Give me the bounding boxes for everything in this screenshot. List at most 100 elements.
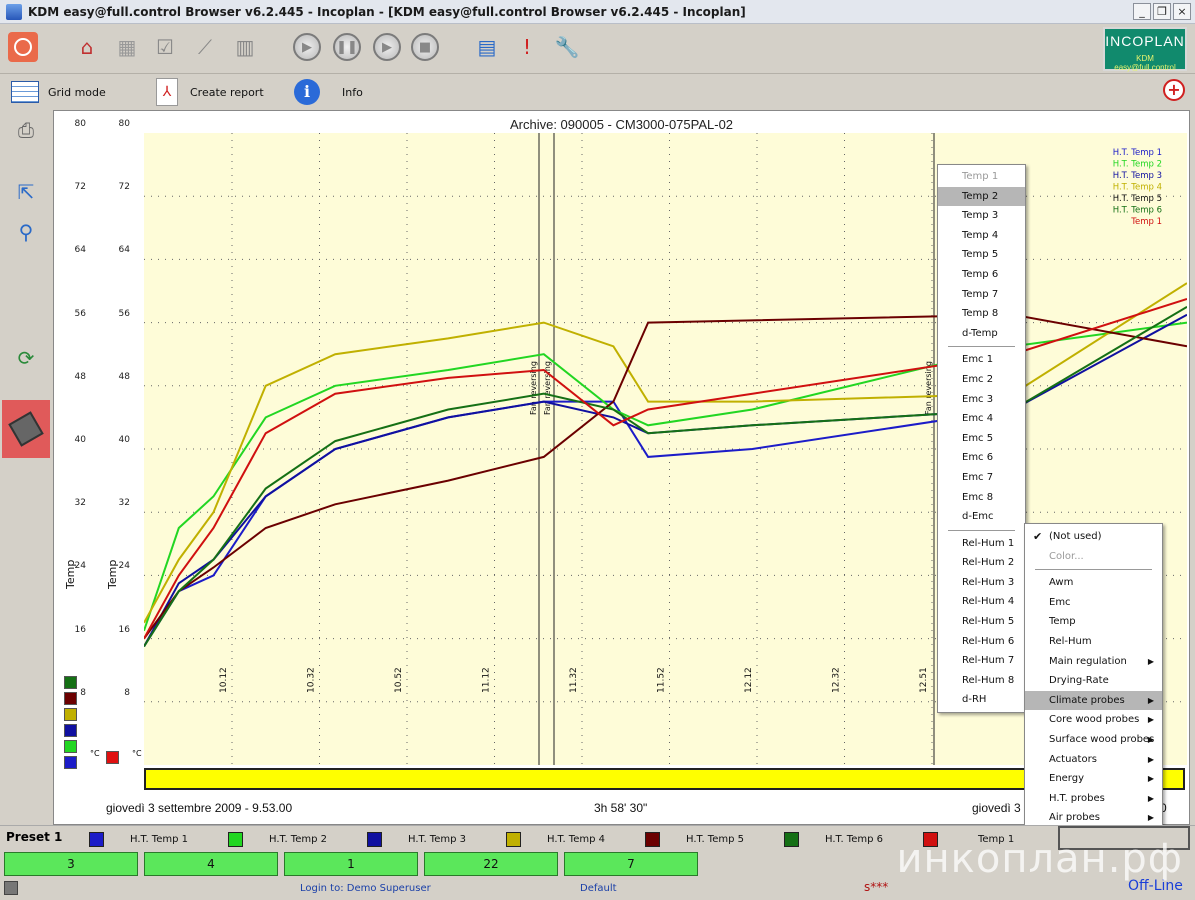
legend-item[interactable]: H.T. Temp 4: [506, 830, 605, 848]
grid-mode-button[interactable]: Grid mode: [10, 77, 106, 107]
context-menu-item[interactable]: Rel-Hum: [1025, 632, 1162, 652]
counter-button[interactable]: 7: [564, 852, 698, 876]
probe-menu-item[interactable]: Rel-Hum 2: [938, 553, 1025, 573]
legend-item[interactable]: H.T. Temp 2: [228, 830, 327, 848]
probe-menu-item[interactable]: Temp 7: [938, 285, 1025, 305]
context-menu-item[interactable]: H.T. probes ▶: [1025, 789, 1162, 809]
alarm-button[interactable]: !: [512, 32, 542, 62]
unit-label-2: °C: [132, 749, 142, 758]
info-label: Info: [342, 85, 363, 99]
legend-label: H.T. Temp 5: [686, 833, 744, 845]
context-menu-item[interactable]: Climate probes ▶: [1025, 690, 1162, 711]
event-annotation: Fan reversing: [924, 361, 933, 415]
probe-menu-item[interactable]: Emc 8: [938, 488, 1025, 508]
chart-legend-entry: H.T. Temp 5: [1113, 194, 1162, 204]
power-button[interactable]: [8, 32, 38, 62]
counter-button[interactable]: 4: [144, 852, 278, 876]
probe-menu-item[interactable]: Emc 4: [938, 409, 1025, 429]
counter-button[interactable]: 3: [4, 852, 138, 876]
stop-button[interactable]: ■: [410, 32, 440, 62]
bar-chart-button[interactable]: ▥: [230, 32, 260, 62]
probe-menu-item[interactable]: Rel-Hum 8: [938, 671, 1025, 691]
context-menu-item[interactable]: Awm: [1025, 573, 1162, 593]
add-icon[interactable]: +: [1163, 79, 1185, 101]
probe-menu-item[interactable]: Rel-Hum 4: [938, 592, 1025, 612]
probe-menu-item[interactable]: d-Emc: [938, 507, 1025, 527]
legend-color-swatch: [784, 831, 799, 847]
probe-menu-item[interactable]: Temp 2: [938, 186, 1025, 207]
pause-button[interactable]: ❚❚: [332, 32, 362, 62]
menu-separator: [948, 346, 1015, 348]
probe-menu-item[interactable]: Emc 3: [938, 390, 1025, 410]
probe-menu-item[interactable]: Temp 4: [938, 226, 1025, 246]
layout-button[interactable]: ▤: [472, 32, 502, 62]
minimize-button[interactable]: _: [1133, 3, 1151, 20]
refresh-icon[interactable]: ⟳: [10, 342, 42, 374]
info-icon: i: [292, 78, 322, 106]
probe-menu-item[interactable]: Temp 3: [938, 206, 1025, 226]
chart-legend-entry: H.T. Temp 4: [1113, 183, 1162, 193]
step-button[interactable]: ▶: [372, 32, 402, 62]
context-menu-item[interactable]: Drying-Rate: [1025, 671, 1162, 691]
pause-icon: ❚❚: [333, 33, 361, 61]
save-button[interactable]: [2, 400, 50, 458]
context-menu-item[interactable]: Core wood probes ▶: [1025, 710, 1162, 730]
probe-menu-item[interactable]: Rel-Hum 5: [938, 612, 1025, 632]
x-tick-label: 10.32: [307, 667, 317, 693]
probe-menu-item[interactable]: Rel-Hum 6: [938, 632, 1025, 652]
counter-button[interactable]: 1: [284, 852, 418, 876]
probe-menu-item[interactable]: Rel-Hum 1: [938, 534, 1025, 554]
context-menu-item[interactable]: (Not used) ✔: [1025, 527, 1162, 547]
probe-menu-item[interactable]: Temp 6: [938, 265, 1025, 285]
probe-menu-item[interactable]: Emc 6: [938, 448, 1025, 468]
probe-menu-item[interactable]: Emc 7: [938, 468, 1025, 488]
submenu-arrow-icon: ▶: [1147, 793, 1154, 803]
legend-item[interactable]: H.T. Temp 5: [645, 830, 744, 848]
x-tick-label: 12.32: [832, 667, 842, 693]
probe-menu-item[interactable]: Rel-Hum 3: [938, 573, 1025, 593]
trend-button[interactable]: ⟋: [190, 32, 220, 62]
info-button[interactable]: i Info: [292, 77, 363, 107]
probe-menu-item[interactable]: Emc 5: [938, 429, 1025, 449]
settings-button[interactable]: 🔧: [552, 32, 582, 62]
duration: 3h 58' 30": [594, 801, 648, 815]
home-button[interactable]: ⌂: [72, 32, 102, 62]
legend-color-swatch: [367, 831, 382, 847]
legend-color-swatch: [506, 831, 521, 847]
legend-item[interactable]: H.T. Temp 1: [89, 830, 188, 848]
context-menu-item[interactable]: Temp: [1025, 612, 1162, 632]
export-icon[interactable]: ⇱: [10, 176, 42, 208]
power-icon: [8, 32, 38, 62]
probe-menu-item[interactable]: Temp 1: [938, 167, 1025, 187]
restore-button[interactable]: ❐: [1153, 3, 1171, 20]
context-menu-item[interactable]: Surface wood probes ▶: [1025, 730, 1162, 750]
probe-menu-item[interactable]: Emc 2: [938, 370, 1025, 390]
counter-button[interactable]: 22: [424, 852, 558, 876]
y-tick-label: 48: [118, 371, 130, 382]
play-button[interactable]: ▶: [292, 32, 322, 62]
probe-menu-item[interactable]: Temp 8: [938, 304, 1025, 324]
close-button[interactable]: ×: [1173, 3, 1191, 20]
checklist-button[interactable]: ☑: [150, 32, 180, 62]
context-menu-item[interactable]: Color...: [1025, 547, 1162, 567]
trend-chart-icon: ⟋: [198, 35, 212, 59]
probe-menu-item[interactable]: d-Temp: [938, 324, 1025, 344]
print-icon[interactable]: ⎙: [10, 114, 42, 146]
event-annotation: Fan reversing: [529, 361, 538, 415]
context-menu-item[interactable]: Main regulation ▶: [1025, 652, 1162, 672]
legend-item[interactable]: H.T. Temp 3: [367, 830, 466, 848]
context-menu-item[interactable]: Energy ▶: [1025, 769, 1162, 789]
y-tick-label: 64: [74, 245, 86, 256]
probe-menu-item[interactable]: Emc 1: [938, 350, 1025, 370]
probe-menu-item[interactable]: Temp 5: [938, 245, 1025, 265]
context-menu-item[interactable]: Emc: [1025, 593, 1162, 613]
legend-item[interactable]: H.T. Temp 6: [784, 830, 883, 848]
probe-menu-item[interactable]: Rel-Hum 7: [938, 651, 1025, 671]
create-report-button[interactable]: ⅄ Create report: [152, 77, 264, 107]
zoom-icon[interactable]: ⚲: [10, 216, 42, 248]
unit-label-1: °C: [90, 749, 100, 758]
plant-button[interactable]: ▦: [112, 32, 142, 62]
context-menu-item[interactable]: Actuators ▶: [1025, 750, 1162, 770]
series-swatch: [64, 708, 77, 721]
probe-menu-item[interactable]: d-RH: [938, 690, 1025, 710]
